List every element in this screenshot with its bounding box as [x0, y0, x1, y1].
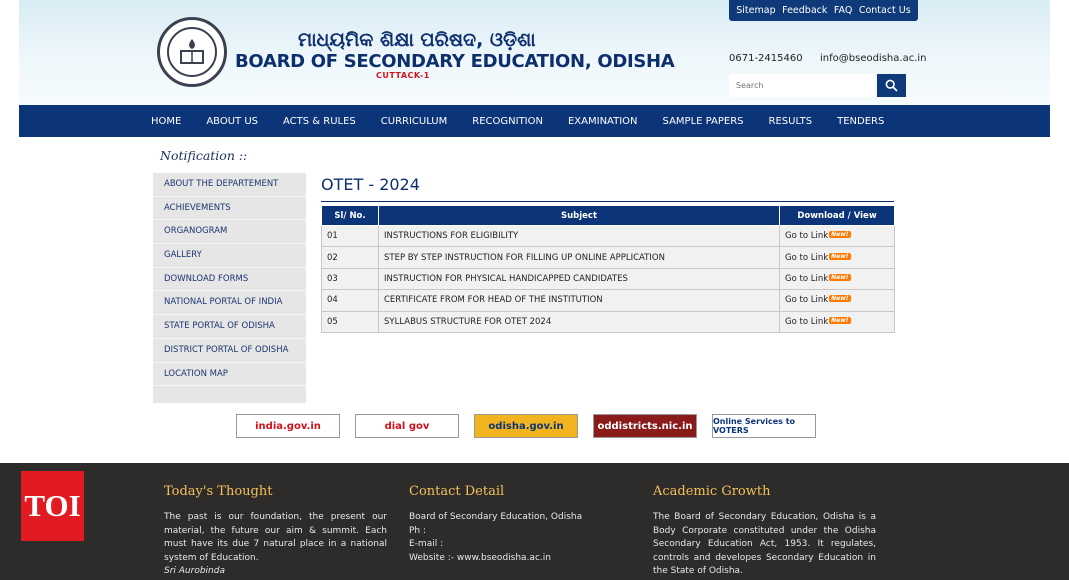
notification-label: Notification ::: [160, 148, 248, 163]
top-link-faq[interactable]: FAQ: [834, 5, 852, 16]
oddistricts-logo[interactable]: oddistricts.nic.in: [593, 414, 697, 438]
sidebar-item-gallery[interactable]: GALLERY: [153, 244, 306, 268]
nav-examination[interactable]: EXAMINATION: [568, 116, 638, 127]
toi-watermark-logo: TOI: [21, 471, 84, 541]
table-row: 04 CERTIFICATE FROM FOR HEAD OF THE INSTI…: [321, 289, 895, 312]
search-button[interactable]: [877, 74, 906, 97]
row-download-cell: Go to Link New!: [779, 267, 895, 291]
sidebar-item-organogram[interactable]: ORGANOGRAM: [153, 220, 306, 245]
table-row: 01 INSTRUCTIONS FOR ELIGIBILITY Go to Link…: [321, 224, 895, 248]
new-badge: New!: [829, 273, 851, 281]
row-download-cell: Go to Link New!: [779, 224, 895, 248]
nav-about-us[interactable]: ABOUT US: [206, 116, 258, 127]
footer-contact-column: Contact Detail Board of Secondary Educat…: [409, 484, 632, 565]
sidebar-item-national-portal[interactable]: NATIONAL PORTAL OF INDIA: [153, 291, 306, 316]
nav-acts-rules[interactable]: ACTS & RULES: [283, 116, 356, 127]
sidebar-item-achievements[interactable]: ACHIEVEMENTS: [153, 197, 306, 221]
top-link-feedback[interactable]: Feedback: [782, 5, 827, 16]
table-row: 02 STEP BY STEP INSTRUCTION FOR FILLING U…: [321, 246, 895, 269]
board-seal-logo[interactable]: [157, 17, 227, 87]
row-download-cell: Go to Link New!: [779, 289, 895, 312]
new-badge: New!: [829, 316, 851, 324]
sidebar-item-district-portal[interactable]: DISTRICT PORTAL OF ODISHA: [153, 339, 306, 363]
footer-contact-org: Board of Secondary Education, Odisha: [409, 512, 583, 522]
voters-services-logo[interactable]: Online Services to VOTERS: [712, 414, 816, 438]
row-subject: STEP BY STEP INSTRUCTION FOR FILLING UP …: [378, 246, 780, 269]
table-row: 03 INSTRUCTION FOR PHYSICAL HANDICAPPED C…: [321, 267, 895, 291]
seal-inner-ring: [167, 27, 217, 77]
row-subject: SYLLABUS STRUCTURE FOR OTET 2024: [378, 310, 780, 333]
go-to-link[interactable]: Go to Link: [785, 253, 828, 263]
sidebar-item-location-map[interactable]: LOCATION MAP: [153, 363, 306, 387]
new-badge: New!: [829, 252, 851, 260]
sidebar-item-about-department[interactable]: ABOUT THE DEPARTEMENT: [153, 173, 306, 197]
row-number: 03: [321, 267, 379, 291]
left-margin: [0, 0, 19, 463]
new-badge: New!: [829, 231, 851, 239]
top-link-contact[interactable]: Contact Us: [859, 5, 911, 16]
top-link-sitemap[interactable]: Sitemap: [736, 5, 775, 16]
main-nav: HOME ABOUT US ACTS & RULES CURRICULUM RE…: [19, 105, 1050, 137]
search-icon: [885, 79, 898, 92]
col-header-sl-no: Sl/ No.: [321, 205, 379, 226]
page-title: OTET - 2024: [321, 175, 420, 194]
row-number: 05: [321, 310, 379, 333]
sidebar-item-state-portal[interactable]: STATE PORTAL OF ODISHA: [153, 315, 306, 339]
search-input[interactable]: [729, 74, 875, 97]
row-number: 04: [321, 289, 379, 312]
sidebar-item-download-forms[interactable]: DOWNLOAD FORMS: [153, 268, 306, 292]
nav-home[interactable]: HOME: [151, 116, 181, 127]
nav-sample-papers[interactable]: SAMPLE PAPERS: [663, 116, 744, 127]
footer-thought-author: Sri Aurobinda: [164, 566, 225, 577]
row-number: 01: [321, 224, 379, 248]
notification-table: Sl/ No. Subject Download / View 01 INSTRU…: [321, 205, 895, 333]
table-header-row: Sl/ No. Subject Download / View: [321, 205, 895, 226]
footer-growth-text: The Board of Secondary Education, Odisha…: [653, 512, 876, 577]
new-badge: New!: [829, 295, 851, 303]
row-subject: INSTRUCTIONS FOR ELIGIBILITY: [378, 224, 780, 248]
nav-results[interactable]: RESULTS: [769, 116, 813, 127]
row-number: 02: [321, 246, 379, 269]
sidebar-menu: ABOUT THE DEPARTEMENT ACHIEVEMENTS ORGAN…: [153, 173, 306, 403]
go-to-link[interactable]: Go to Link: [785, 274, 828, 284]
partner-logos-row: india.gov.in dial gov odisha.gov.in oddi…: [236, 414, 816, 438]
board-location-subtitle: CUTTACK-1: [376, 71, 430, 80]
footer-contact-website[interactable]: Website :- www.bseodisha.ac.in: [409, 552, 632, 566]
lamp-book-emblem-icon: [180, 39, 204, 64]
row-subject: CERTIFICATE FROM FOR HEAD OF THE INSTITU…: [378, 289, 780, 312]
top-links-bar: Sitemap Feedback FAQ Contact Us: [729, 0, 918, 21]
board-title-odia: ମାଧ୍ୟମିକ ଶିକ୍ଷା ପରିଷଦ, ଓଡ଼ିଶା: [298, 29, 536, 51]
go-to-link[interactable]: Go to Link: [785, 317, 828, 327]
go-to-link[interactable]: Go to Link: [785, 231, 828, 241]
footer-contact-email: E-mail :: [409, 539, 444, 550]
india-gov-logo[interactable]: india.gov.in: [236, 414, 340, 438]
title-divider: [321, 201, 894, 202]
header-email[interactable]: info@bseodisha.ac.in: [820, 53, 926, 64]
go-to-link[interactable]: Go to Link: [785, 295, 828, 305]
nav-curriculum[interactable]: CURRICULUM: [381, 116, 447, 127]
header-phone: 0671-2415460: [729, 53, 803, 64]
right-margin: [1050, 0, 1069, 463]
footer-thought-title: Today's Thought: [164, 484, 273, 499]
row-subject: INSTRUCTION FOR PHYSICAL HANDICAPPED CAN…: [378, 267, 780, 291]
footer-contact-phone: Ph :: [409, 525, 427, 536]
col-header-subject: Subject: [378, 205, 780, 226]
row-download-cell: Go to Link New!: [779, 310, 895, 333]
board-title-english[interactable]: BOARD OF SECONDARY EDUCATION, ODISHA: [235, 51, 675, 72]
nav-recognition[interactable]: RECOGNITION: [472, 116, 543, 127]
footer-growth-title: Academic Growth: [653, 484, 771, 499]
nav-tenders[interactable]: TENDERS: [837, 116, 884, 127]
col-header-download: Download / View: [779, 205, 895, 226]
odisha-gov-logo[interactable]: odisha.gov.in: [474, 414, 578, 438]
dial-gov-logo[interactable]: dial gov: [355, 414, 459, 438]
footer-contact-title: Contact Detail: [409, 484, 505, 499]
row-download-cell: Go to Link New!: [779, 246, 895, 269]
footer-thought-column: Today's Thought The past is our foundati…: [164, 484, 387, 579]
table-row: 05 SYLLABUS STRUCTURE FOR OTET 2024 Go to …: [321, 310, 895, 333]
footer-growth-column: Academic Growth The Board of Secondary E…: [653, 484, 876, 579]
footer-thought-text: The past is our foundation, the present …: [164, 512, 387, 563]
